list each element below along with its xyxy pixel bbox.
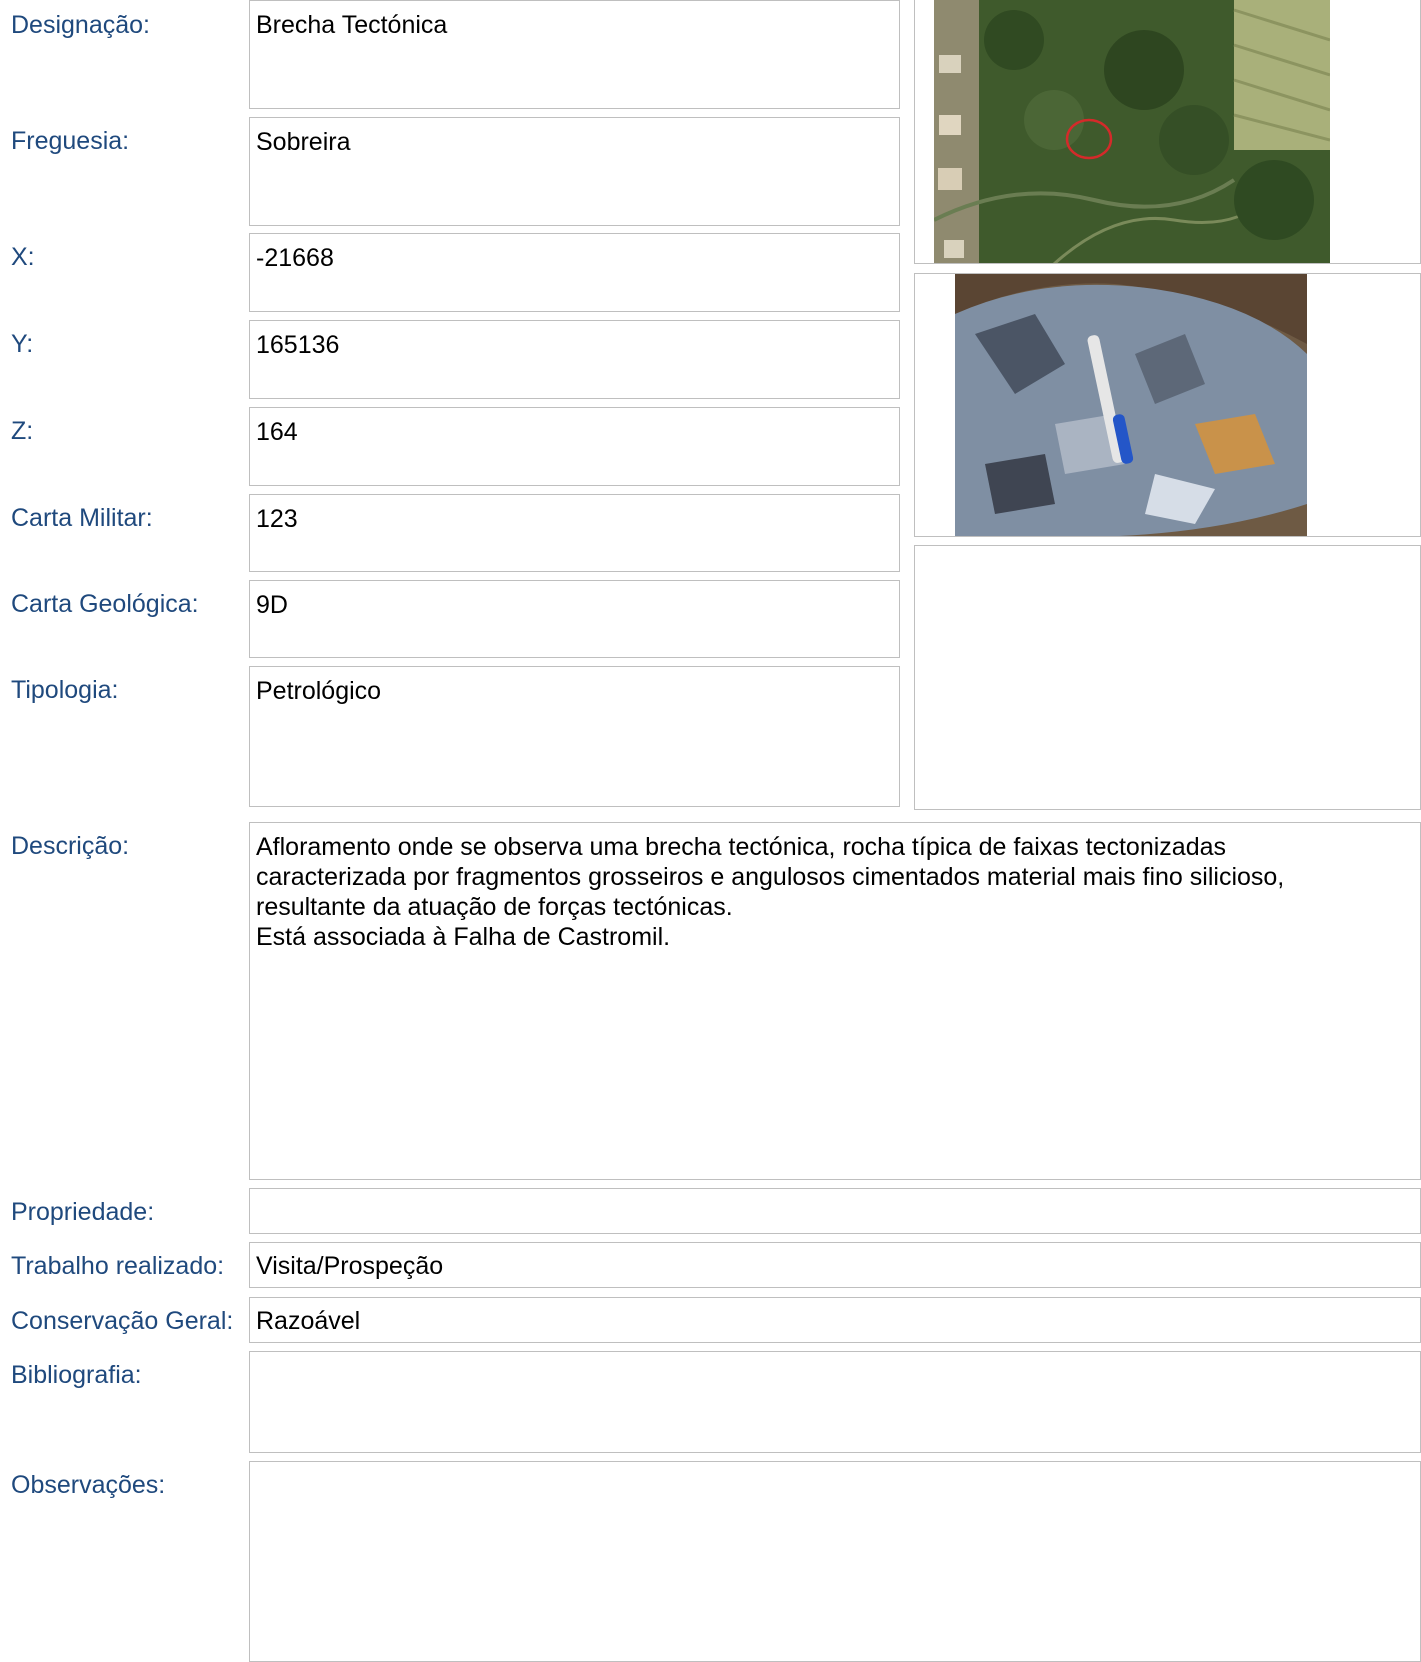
label-carta-militar: Carta Militar: bbox=[11, 504, 153, 532]
designacao-field[interactable]: Brecha Tectónica bbox=[249, 0, 900, 109]
bibliografia-field[interactable] bbox=[249, 1351, 1421, 1453]
x-field[interactable]: -21668 bbox=[249, 233, 900, 312]
label-x: X: bbox=[11, 243, 35, 271]
trabalho-field[interactable]: Visita/Prospeção bbox=[249, 1242, 1421, 1288]
tipologia-field[interactable]: Petrológico bbox=[249, 666, 900, 807]
carta-geologica-field[interactable]: 9D bbox=[249, 580, 900, 658]
label-tipologia: Tipologia: bbox=[11, 676, 119, 704]
conservacao-field[interactable]: Razoável bbox=[249, 1297, 1421, 1343]
label-descricao: Descrição: bbox=[11, 832, 130, 860]
label-observacoes: Observações: bbox=[11, 1471, 166, 1499]
label-y: Y: bbox=[11, 330, 34, 358]
y-field[interactable]: 165136 bbox=[249, 320, 900, 399]
rock-photo bbox=[914, 273, 1421, 537]
label-propriedade: Propriedade: bbox=[11, 1198, 155, 1226]
aerial-photo bbox=[914, 0, 1421, 264]
freguesia-field[interactable]: Sobreira bbox=[249, 117, 900, 226]
label-freguesia: Freguesia: bbox=[11, 127, 130, 155]
photo-placeholder bbox=[914, 545, 1421, 810]
carta-militar-field[interactable]: 123 bbox=[249, 494, 900, 572]
label-trabalho: Trabalho realizado: bbox=[11, 1252, 225, 1280]
label-conservacao: Conservação Geral: bbox=[11, 1307, 234, 1335]
z-field[interactable]: 164 bbox=[249, 407, 900, 486]
observacoes-field[interactable] bbox=[249, 1461, 1421, 1662]
label-bibliografia: Bibliografia: bbox=[11, 1361, 142, 1389]
label-designacao: Designação: bbox=[11, 11, 150, 39]
label-z: Z: bbox=[11, 417, 34, 445]
descricao-field[interactable]: Afloramento onde se observa uma brecha t… bbox=[249, 822, 1421, 1180]
label-carta-geologica: Carta Geológica: bbox=[11, 590, 199, 618]
propriedade-field[interactable] bbox=[249, 1188, 1421, 1234]
